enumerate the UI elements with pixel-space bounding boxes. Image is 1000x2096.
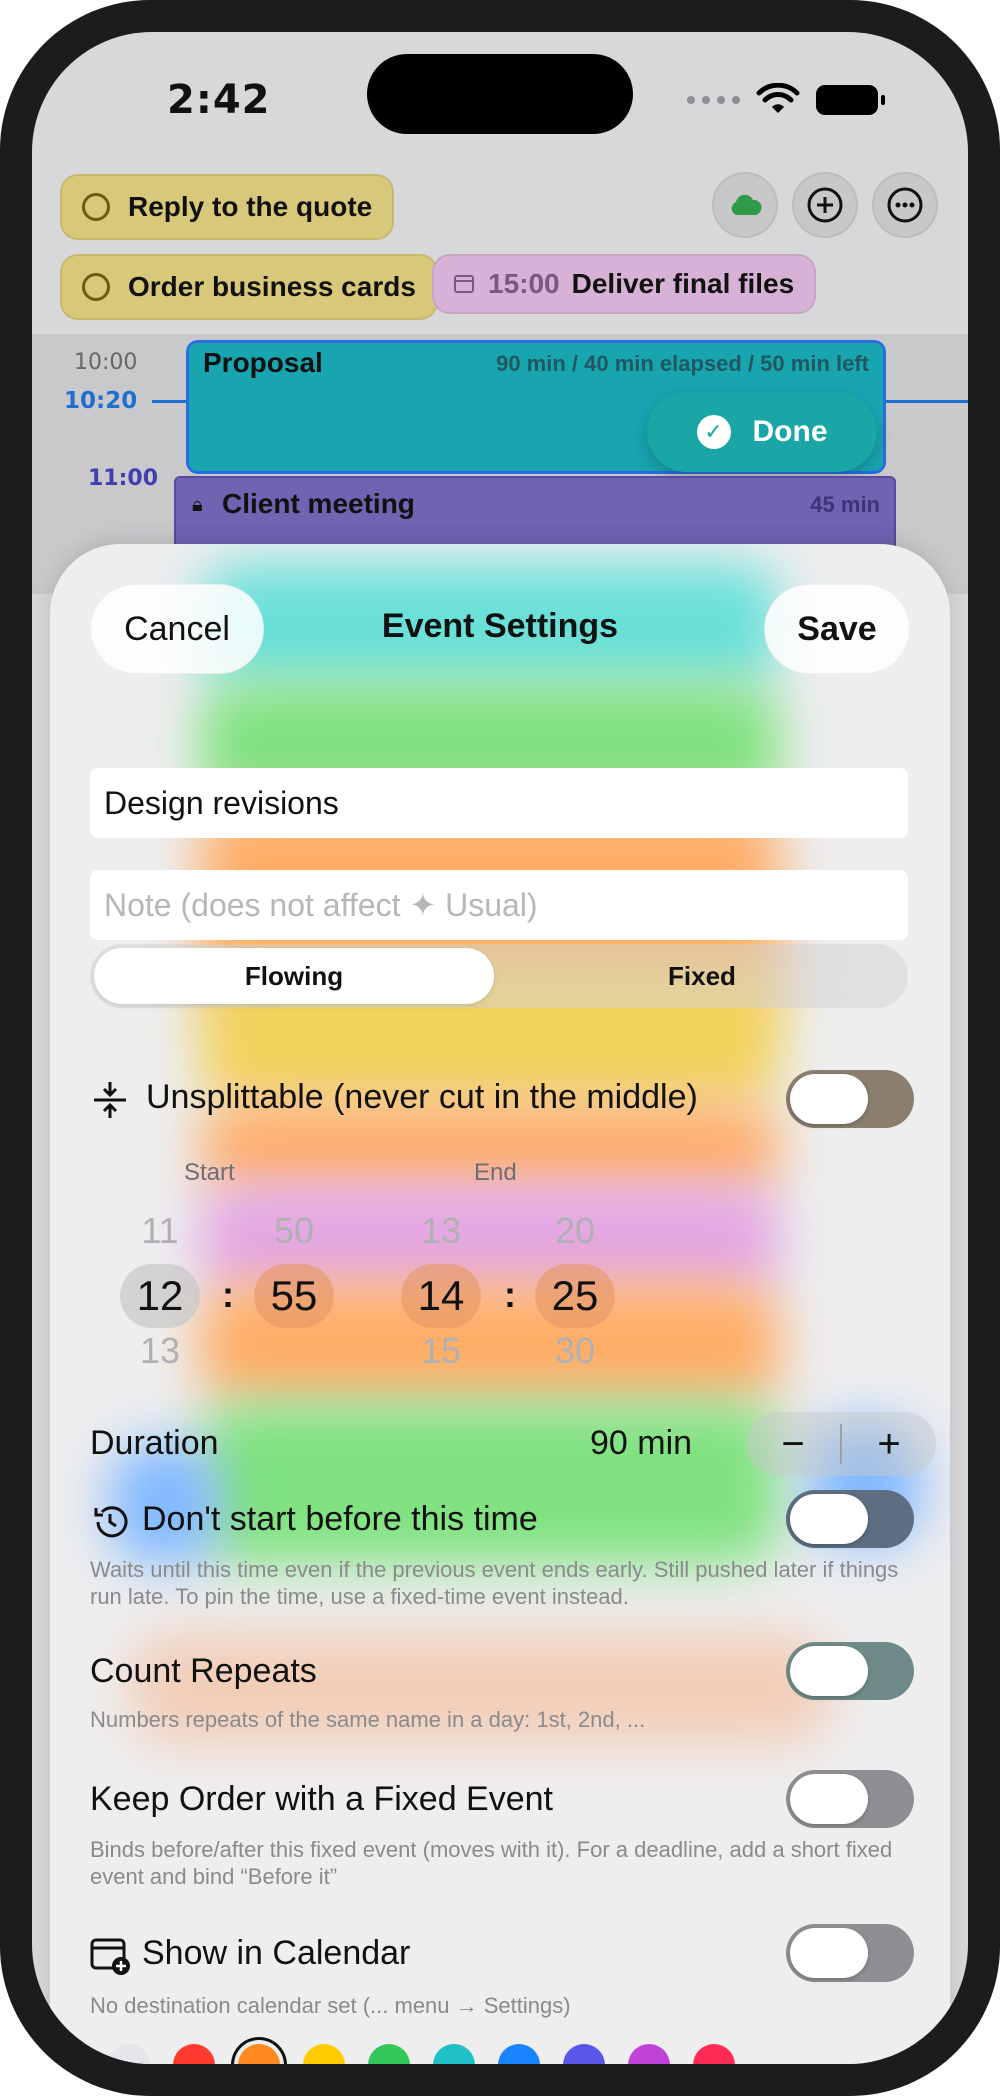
status-icons: [687, 80, 885, 120]
note-input[interactable]: Note (does not affect ✦ Usual): [90, 870, 908, 940]
keep-order-description: Binds before/after this fixed event (mov…: [90, 1837, 893, 1889]
time-separator: :: [504, 1274, 516, 1315]
color-swatch[interactable]: [238, 2044, 280, 2064]
task-label: Reply to the quote: [128, 191, 373, 222]
dont-start-label: Don't start before this time: [142, 1500, 538, 1538]
history-icon: [94, 1506, 128, 1538]
dynamic-island: [367, 54, 633, 134]
wifi-icon: [756, 83, 800, 113]
event-title: Client meeting: [222, 488, 415, 519]
duration-label: Duration: [90, 1424, 219, 1462]
end-hour-prev: 13: [420, 1210, 462, 1251]
segment-fixed[interactable]: Fixed: [500, 944, 904, 1008]
end-hour-wheel[interactable]: 14: [401, 1264, 481, 1328]
save-button[interactable]: Save: [764, 584, 910, 674]
deadline-label: Deliver final files: [571, 268, 795, 299]
type-segmented-control: Flowing Fixed: [90, 944, 908, 1008]
start-hour-next: 13: [139, 1330, 181, 1371]
unsplittable-toggle[interactable]: [786, 1070, 914, 1128]
start-hour-prev: 11: [141, 1210, 179, 1251]
show-in-calendar-toggle[interactable]: [786, 1924, 914, 1982]
color-swatches: [108, 2044, 735, 2064]
cloud-button[interactable]: [712, 172, 778, 238]
unsplittable-label: Unsplittable (never cut in the middle): [146, 1078, 698, 1116]
color-swatch[interactable]: [498, 2044, 540, 2064]
dont-start-toggle[interactable]: [786, 1490, 914, 1548]
color-swatch[interactable]: [563, 2044, 605, 2064]
screen: 2:42 Reply to the quote Order business c…: [32, 32, 968, 2064]
device-frame: 2:42 Reply to the quote Order business c…: [0, 0, 1000, 2096]
event-name-input[interactable]: Design revisions: [90, 768, 908, 838]
color-swatch[interactable]: [433, 2044, 475, 2064]
calendar-icon: [454, 275, 474, 293]
cloud-icon: [731, 194, 762, 215]
checkmark-icon: ✓: [696, 415, 731, 449]
start-minute-prev: 50: [273, 1210, 315, 1251]
status-time: 2:42: [167, 77, 271, 123]
end-label: End: [474, 1159, 517, 1186]
color-swatch[interactable]: [173, 2044, 215, 2064]
calendar-description: No destination calendar set (... menu → …: [90, 1993, 571, 2018]
checkbox-icon[interactable]: [82, 273, 110, 301]
timeline-time: 10:00: [74, 350, 138, 375]
end-minute-next: 30: [554, 1330, 596, 1371]
event-meta: 45 min: [810, 492, 880, 517]
signal-icon: [687, 96, 740, 104]
segment-flowing[interactable]: Flowing: [94, 948, 494, 1004]
color-swatch[interactable]: [628, 2044, 670, 2064]
event-settings-sheet: Cancel Event Settings Save Design revisi…: [50, 544, 950, 2064]
more-button[interactable]: [872, 172, 938, 238]
duration-stepper: − +: [746, 1412, 936, 1476]
increment-button[interactable]: +: [842, 1422, 936, 1467]
start-minute-wheel[interactable]: 55: [254, 1264, 334, 1328]
done-button[interactable]: ✓ Done: [647, 392, 877, 472]
checkbox-icon[interactable]: [82, 193, 110, 221]
count-repeats-description: Numbers repeats of the same name in a da…: [90, 1707, 646, 1732]
task-label: Order business cards: [128, 271, 416, 302]
lock-icon: 🔒︎: [192, 494, 203, 516]
done-label: Done: [752, 415, 828, 448]
end-minute-prev: 20: [554, 1210, 596, 1251]
start-hour-wheel[interactable]: 12: [120, 1264, 200, 1328]
count-repeats-toggle[interactable]: [786, 1642, 914, 1700]
ellipsis-icon: [887, 187, 923, 223]
keep-order-toggle[interactable]: [786, 1770, 914, 1828]
deadline-time: 15:00: [488, 268, 560, 299]
event-meta: 90 min / 40 min elapsed / 50 min left: [496, 351, 869, 376]
timeline-time: 11:00: [88, 466, 159, 491]
battery-icon: [816, 85, 885, 115]
event-title: Proposal: [203, 347, 323, 378]
end-minute-wheel[interactable]: 25: [535, 1264, 615, 1328]
time-separator: :: [222, 1274, 234, 1315]
plus-icon: [807, 187, 843, 223]
color-swatch[interactable]: [693, 2044, 735, 2064]
keep-order-label: Keep Order with a Fixed Event: [90, 1780, 554, 1818]
task-pill[interactable]: Reply to the quote: [60, 174, 395, 240]
decrement-button[interactable]: −: [746, 1422, 840, 1467]
color-swatch[interactable]: [368, 2044, 410, 2064]
dont-start-description: Waits until this time even if the previo…: [90, 1557, 899, 1609]
end-hour-next: 15: [420, 1330, 462, 1371]
timeline-now-time: 10:20: [64, 388, 138, 414]
start-label: Start: [184, 1159, 235, 1186]
color-swatch[interactable]: [303, 2044, 345, 2064]
unsplittable-icon: [94, 1082, 126, 1118]
calendar-add-icon: [90, 1938, 130, 1975]
show-in-calendar-label: Show in Calendar: [142, 1934, 411, 1972]
count-repeats-label: Count Repeats: [90, 1652, 317, 1690]
add-button[interactable]: [792, 172, 858, 238]
task-pill[interactable]: Order business cards: [60, 254, 438, 320]
deadline-pill[interactable]: 15:00 Deliver final files: [432, 254, 817, 314]
color-swatch[interactable]: [108, 2044, 150, 2064]
duration-value: 90 min: [590, 1424, 693, 1462]
